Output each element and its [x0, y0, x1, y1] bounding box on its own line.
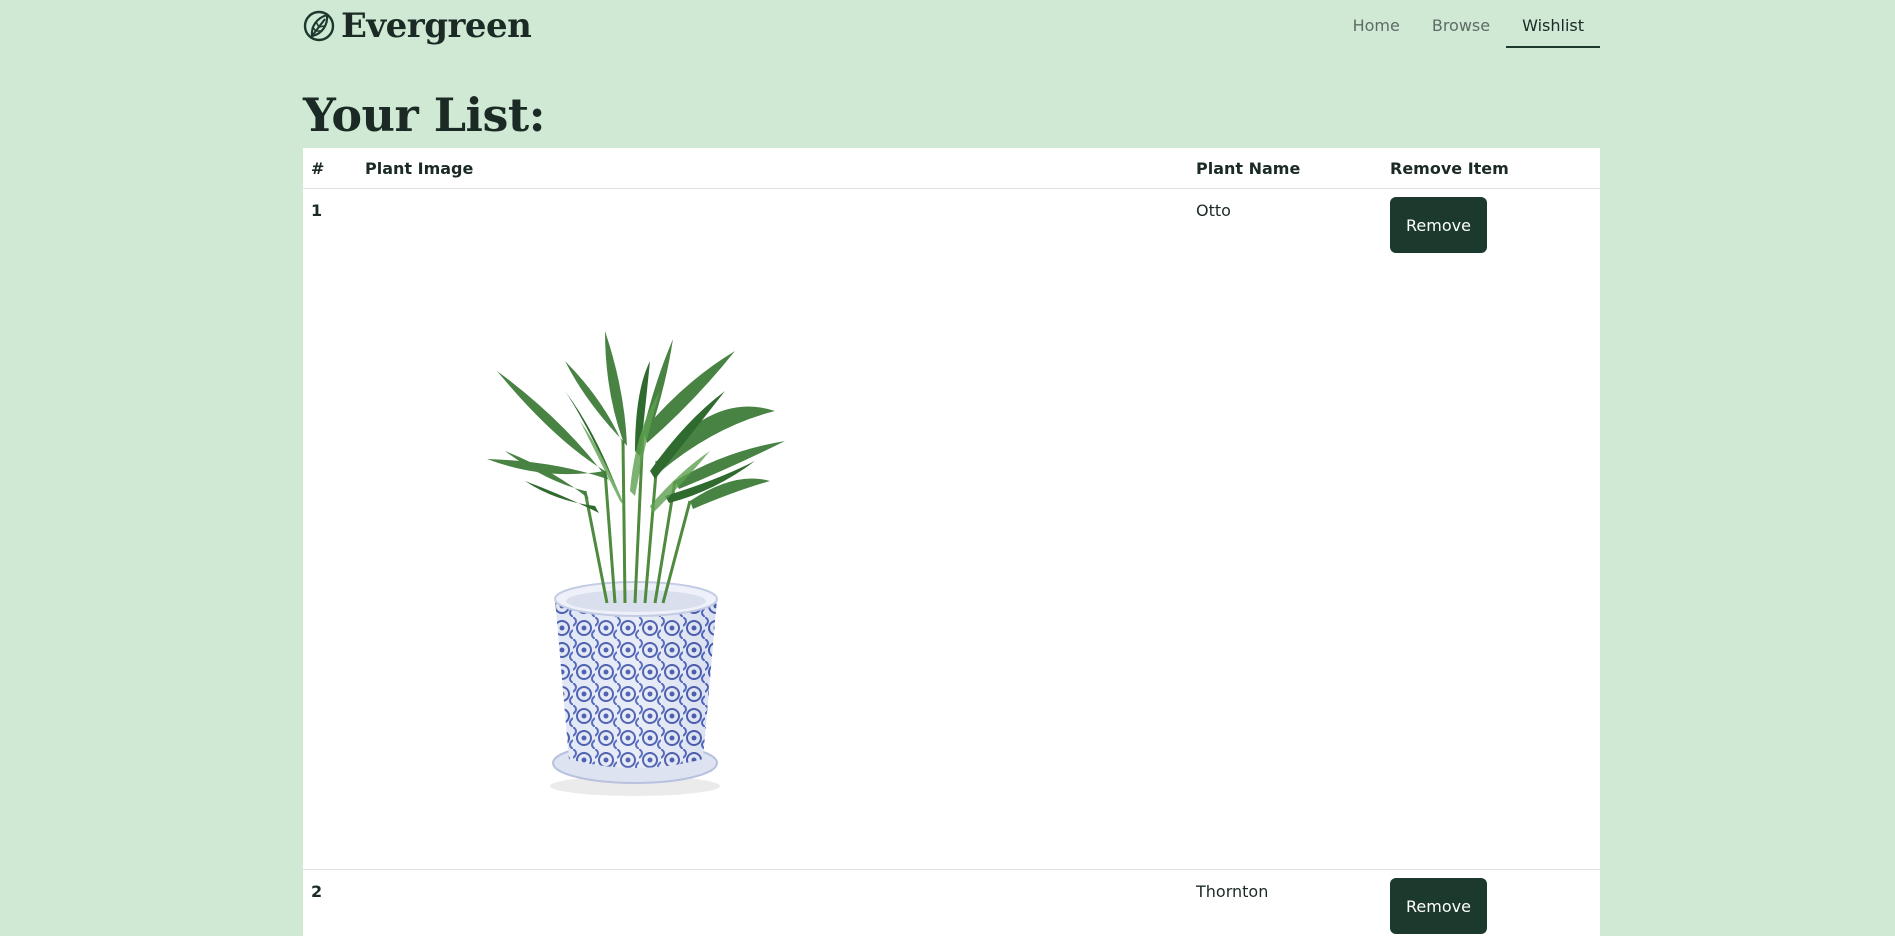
- remove-cell: Remove: [1382, 869, 1600, 936]
- brand-name: Evergreen: [341, 6, 532, 46]
- table-row: 1 Otto Remove: [303, 188, 1600, 870]
- plant-name: Thornton: [1188, 869, 1382, 936]
- row-number: 1: [303, 188, 357, 870]
- leaf-logo-icon: [303, 10, 335, 42]
- remove-button[interactable]: Remove: [1390, 197, 1487, 253]
- header-plant-image: Plant Image: [357, 148, 1188, 189]
- nav-home[interactable]: Home: [1337, 0, 1416, 46]
- plant-image-cell: [357, 869, 1188, 936]
- row-number: 2: [303, 869, 357, 936]
- nav-wishlist[interactable]: Wishlist: [1506, 0, 1600, 48]
- header-remove-item: Remove Item: [1382, 148, 1600, 189]
- main-nav: Home Browse Wishlist: [1337, 0, 1600, 48]
- plant-name: Otto: [1188, 188, 1382, 870]
- table-header-row: # Plant Image Plant Name Remove Item: [303, 148, 1600, 189]
- wishlist-table-container: # Plant Image Plant Name Remove Item 1 O…: [303, 148, 1600, 936]
- header-number: #: [303, 148, 357, 189]
- table-body: 1 Otto Remove 2 Thornton Remove: [303, 188, 1600, 936]
- table-header: # Plant Image Plant Name Remove Item: [303, 148, 1600, 189]
- table-row: 2 Thornton Remove: [303, 869, 1600, 936]
- potted-palm-image: [487, 331, 785, 796]
- remove-button[interactable]: Remove: [1390, 878, 1487, 934]
- wishlist-table: # Plant Image Plant Name Remove Item 1 O…: [303, 148, 1600, 936]
- plant-image: [365, 201, 1180, 841]
- brand[interactable]: Evergreen: [303, 6, 532, 46]
- navbar: Evergreen Home Browse Wishlist: [303, 0, 1600, 50]
- remove-cell: Remove: [1382, 188, 1600, 870]
- header-plant-name: Plant Name: [1188, 148, 1382, 189]
- nav-browse[interactable]: Browse: [1416, 0, 1506, 46]
- page-container: Evergreen Home Browse Wishlist Your List…: [303, 0, 1600, 936]
- plant-image-cell: [357, 188, 1188, 870]
- page-title: Your List:: [303, 88, 546, 142]
